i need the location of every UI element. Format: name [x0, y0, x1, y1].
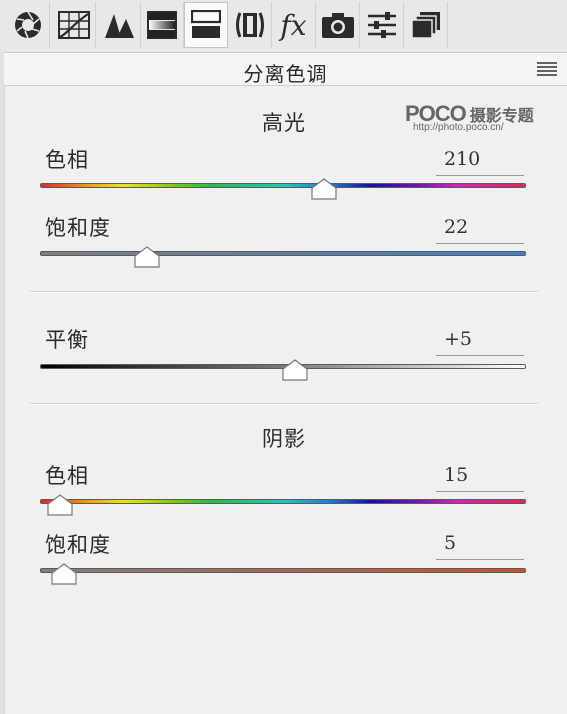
panel-toolbar: fx: [0, 0, 567, 53]
presets-button[interactable]: [360, 2, 404, 48]
split-toning-button[interactable]: [184, 2, 228, 48]
split-toning-icon: [191, 10, 221, 38]
highlights-saturation-slider-thumb[interactable]: [134, 246, 160, 268]
lens-corrections-icon: [235, 12, 264, 38]
shadows-saturation-slider-thumb[interactable]: [51, 563, 77, 585]
highlights-hue-value: 210: [444, 148, 481, 170]
balance-value: +5: [444, 328, 473, 350]
section-divider: [30, 291, 538, 293]
tone-curve-button[interactable]: [52, 2, 96, 48]
highlights-hue-label: 色相: [45, 148, 89, 172]
shadows-saturation-slider-track[interactable]: [40, 568, 526, 573]
shadows-hue-value-field[interactable]: 15: [436, 462, 524, 492]
highlights-hue-value-field[interactable]: 210: [436, 146, 524, 176]
shadows-hue-value: 15: [444, 464, 469, 486]
camera-calibration-icon: [321, 13, 354, 38]
snapshots-button[interactable]: [404, 2, 448, 48]
shadows-hue-slider-track[interactable]: [40, 499, 526, 504]
detail-mountains-icon: [104, 14, 134, 38]
fx-effects-icon: fx: [280, 8, 307, 42]
detail-button[interactable]: [97, 2, 141, 48]
watermark-url: http://photo.poco.cn/: [413, 122, 504, 133]
shadows-saturation-label: 饱和度: [45, 533, 111, 557]
shadows-saturation-value: 5: [444, 532, 457, 554]
balance-label: 平衡: [45, 328, 89, 352]
panel-title: 分离色调: [243, 62, 328, 86]
lens-corrections-button[interactable]: [228, 2, 272, 48]
poco-watermark: POCO 摄影专题 http://photo.poco.cn/: [405, 101, 534, 133]
section-divider: [30, 403, 538, 405]
menu-icon[interactable]: [537, 62, 557, 76]
hsl-button[interactable]: [140, 2, 184, 48]
aperture-icon: [14, 11, 41, 39]
highlights-saturation-value-field[interactable]: 22: [436, 214, 524, 244]
panel-header[interactable]: 分离色调: [4, 53, 567, 86]
highlights-hue-slider-thumb[interactable]: [310, 178, 337, 200]
highlights-hue-slider-track[interactable]: [40, 183, 526, 188]
balance-slider-thumb[interactable]: [282, 359, 308, 381]
highlights-saturation-value: 22: [444, 216, 469, 238]
effects-button[interactable]: fx: [272, 2, 316, 48]
shadows-hue-label: 色相: [45, 464, 89, 488]
shadows-section-title: 阴影: [262, 427, 306, 451]
presets-sliders-icon: [367, 12, 396, 38]
snapshots-icon: [410, 12, 440, 39]
highlights-saturation-slider-track[interactable]: [40, 251, 526, 256]
camera-calibration-button[interactable]: [316, 2, 360, 48]
basic-panel-button[interactable]: [6, 2, 50, 48]
balance-value-field[interactable]: +5: [436, 326, 524, 356]
panel-left-edge: [0, 52, 5, 714]
tone-curve-icon: [57, 11, 90, 39]
highlights-saturation-label: 饱和度: [45, 216, 111, 240]
shadows-hue-slider-thumb[interactable]: [47, 494, 73, 516]
highlights-section-title: 高光: [262, 111, 306, 135]
hsl-gradient-icon: [146, 11, 177, 39]
shadows-saturation-value-field[interactable]: 5: [436, 530, 524, 560]
